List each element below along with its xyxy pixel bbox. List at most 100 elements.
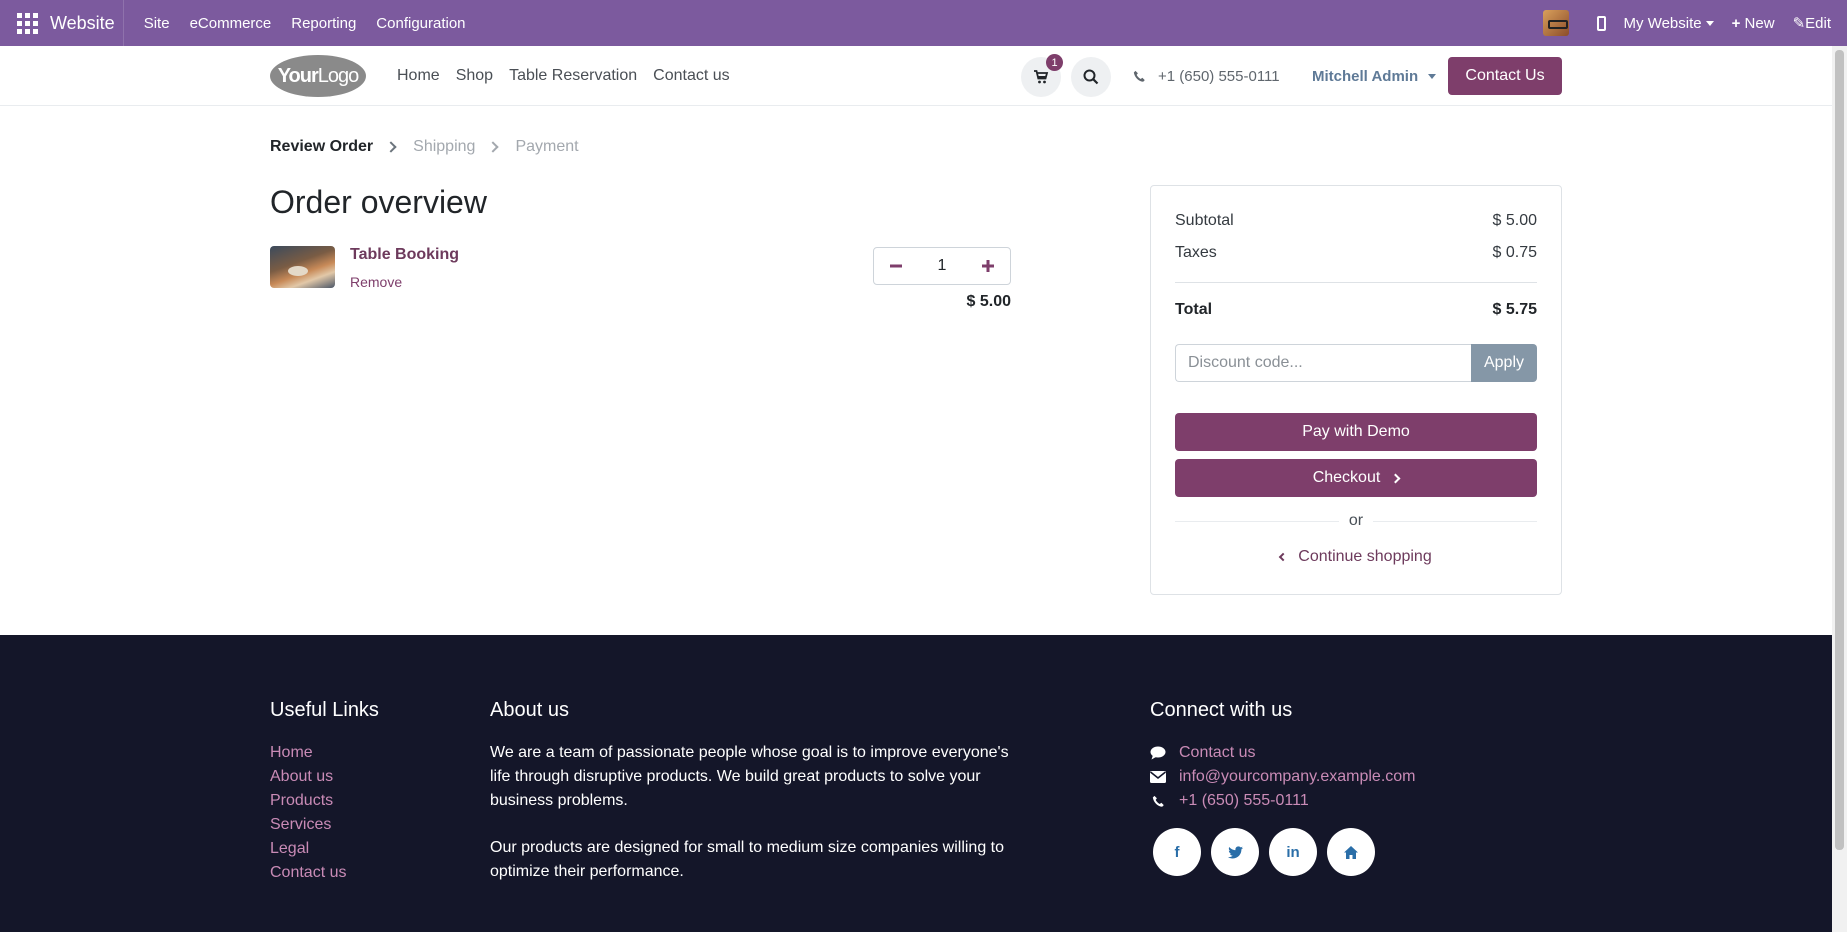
total-label: Total (1175, 301, 1213, 318)
product-name-link[interactable]: Table Booking (350, 246, 459, 264)
taxes-value: $ 0.75 (1492, 244, 1537, 261)
new-button[interactable]: + New (1732, 15, 1775, 32)
footer-link-about-us[interactable]: About us (270, 765, 346, 789)
linkedin-icon[interactable]: in (1269, 828, 1317, 876)
search-button[interactable] (1071, 57, 1111, 97)
envelope-icon (1150, 771, 1166, 783)
separator-line (1373, 520, 1538, 522)
useful-links-list: Home About us Products Services Legal Co… (270, 741, 346, 885)
apply-discount-button[interactable]: Apply (1471, 344, 1537, 382)
product-image (270, 246, 335, 288)
contact-us-button[interactable]: Contact Us (1448, 57, 1562, 95)
total-row: Total $ 5.75 (1175, 301, 1537, 319)
logo-text-light: Logo (317, 64, 359, 87)
chevron-down-icon (1428, 73, 1437, 79)
user-avatar[interactable] (1542, 10, 1569, 36)
new-label: New (1744, 14, 1775, 32)
edit-button[interactable]: ✎Edit (1793, 14, 1831, 32)
pay-with-demo-label: Pay with Demo (1302, 423, 1410, 440)
plus-icon (982, 260, 994, 272)
order-summary-card: Subtotal $ 5.00 Taxes $ 0.75 Total $ 5.7… (1150, 185, 1562, 595)
website-selector-label: My Website (1623, 14, 1702, 32)
quantity-input[interactable] (922, 257, 962, 275)
about-us-paragraph-1: We are a team of passionate people whose… (490, 744, 1009, 809)
connect-contact-us[interactable]: Contact us (1150, 741, 1416, 765)
header-phone-number: +1 (650) 555-0111 (1158, 67, 1280, 85)
connect-phone-label: +1 (650) 555-0111 (1179, 792, 1309, 809)
chevron-right-icon (487, 141, 500, 153)
step-review-order: Review Order (270, 138, 374, 155)
checkout-button[interactable]: Checkout (1175, 459, 1537, 497)
cart-button[interactable]: 1 (1021, 54, 1063, 97)
footer-link-home[interactable]: Home (270, 741, 346, 765)
nav-shop[interactable]: Shop (456, 67, 493, 85)
subtotal-label: Subtotal (1175, 212, 1234, 229)
discount-form: Apply (1175, 344, 1537, 382)
social-links: f in (1153, 828, 1375, 876)
website-selector[interactable]: My Website (1624, 15, 1714, 32)
admin-brand[interactable]: Website (50, 13, 115, 34)
admin-navbar: Website Site eCommerce Reporting Configu… (0, 0, 1847, 46)
scrollbar-thumb[interactable] (1835, 50, 1844, 850)
continue-shopping-link[interactable]: Continue shopping (1175, 548, 1537, 566)
decrease-quantity-button[interactable] (874, 248, 918, 284)
header-phone[interactable]: +1 (650) 555-0111 (1133, 46, 1280, 106)
discount-code-input[interactable] (1175, 344, 1471, 382)
main-nav: Home Shop Table Reservation Contact us (397, 46, 746, 106)
search-icon (1083, 69, 1099, 85)
connect-email-label: info@yourcompany.example.com (1179, 768, 1416, 785)
admin-menu-configuration[interactable]: Configuration (376, 15, 465, 32)
pay-with-demo-button[interactable]: Pay with Demo (1175, 413, 1537, 451)
page-scrollbar[interactable] (1832, 46, 1847, 932)
cart-icon (1034, 70, 1049, 84)
apps-menu-icon[interactable] (14, 10, 40, 36)
footer-link-legal[interactable]: Legal (270, 837, 346, 861)
connect-contact-label: Contact us (1179, 744, 1256, 761)
page-title: Order overview (270, 184, 487, 220)
mobile-preview-icon[interactable] (1596, 15, 1606, 31)
admin-separator (122, 0, 124, 46)
company-logo[interactable]: Your Logo (270, 55, 366, 97)
checkout-label: Checkout (1312, 469, 1381, 486)
subtotal-row: Subtotal $ 5.00 (1175, 212, 1537, 230)
admin-menu-site[interactable]: Site (144, 15, 170, 32)
footer-link-products[interactable]: Products (270, 789, 346, 813)
nav-table-reservation[interactable]: Table Reservation (509, 67, 637, 85)
checkout-steps: Review Order Shipping Payment (270, 138, 579, 156)
nav-contact-us[interactable]: Contact us (653, 67, 729, 85)
taxes-row: Taxes $ 0.75 (1175, 244, 1537, 262)
about-us-title: About us (490, 699, 569, 721)
chevron-left-icon (1279, 552, 1288, 562)
nav-home[interactable]: Home (397, 67, 440, 85)
chevron-right-icon (1390, 473, 1401, 483)
continue-shopping-label: Continue shopping (1298, 548, 1432, 565)
chevron-right-icon (385, 141, 397, 153)
user-name: Mitchell Admin (1312, 67, 1419, 85)
useful-links-title: Useful Links (270, 699, 379, 721)
line-price: $ 5.00 (966, 293, 1011, 310)
separator-line (1175, 520, 1339, 522)
user-dropdown[interactable]: Mitchell Admin (1312, 46, 1437, 106)
phone-icon (1133, 70, 1145, 82)
admin-menu-reporting[interactable]: Reporting (291, 15, 356, 32)
cart-count-badge: 1 (1046, 54, 1063, 71)
increase-quantity-button[interactable] (966, 248, 1010, 284)
pencil-icon: ✎ (1792, 15, 1806, 32)
step-payment: Payment (515, 138, 579, 155)
site-footer: Useful Links Home About us Products Serv… (0, 635, 1832, 932)
admin-menu-ecommerce[interactable]: eCommerce (190, 15, 272, 32)
home-icon[interactable] (1327, 828, 1375, 876)
summary-divider (1175, 282, 1537, 283)
footer-link-contact-us[interactable]: Contact us (270, 861, 346, 885)
connect-phone[interactable]: +1 (650) 555-0111 (1150, 789, 1416, 813)
edit-label: Edit (1805, 15, 1831, 32)
or-label: or (1348, 512, 1364, 529)
taxes-label: Taxes (1175, 244, 1217, 261)
plus-icon: + (1731, 14, 1741, 32)
remove-link[interactable]: Remove (350, 274, 402, 290)
website-header: Your Logo Home Shop Table Reservation Con… (0, 46, 1832, 106)
connect-email[interactable]: info@yourcompany.example.com (1150, 765, 1416, 789)
footer-link-services[interactable]: Services (270, 813, 346, 837)
facebook-icon[interactable]: f (1153, 828, 1201, 876)
twitter-icon[interactable] (1211, 828, 1259, 876)
